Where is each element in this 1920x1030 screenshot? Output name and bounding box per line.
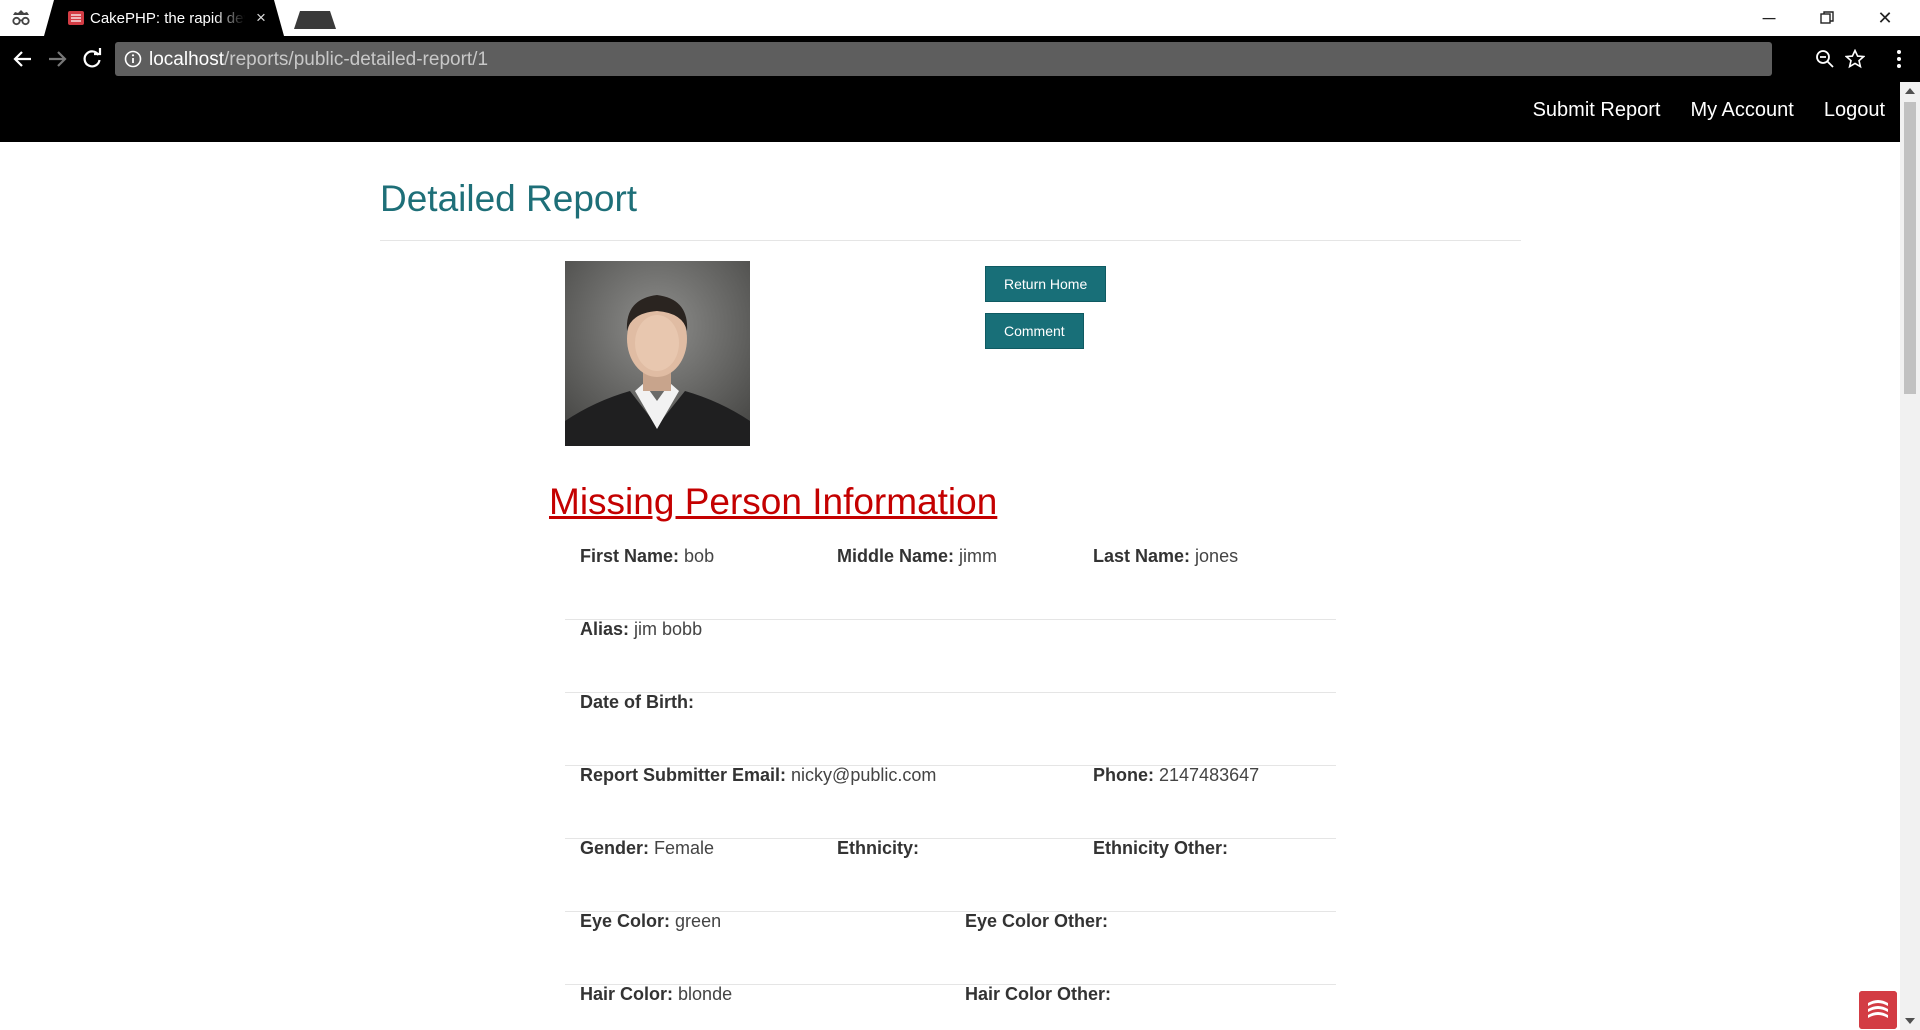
field-label: Eye Color Other: xyxy=(965,911,1109,931)
site-navbar: Submit Report My Account Logout xyxy=(0,82,1900,142)
nav-submit-report[interactable]: Submit Report xyxy=(1533,99,1661,122)
cakephp-favicon xyxy=(68,11,84,25)
field-eye-color: Eye Color: green xyxy=(580,911,721,932)
comment-button[interactable]: Comment xyxy=(985,313,1084,349)
forward-icon[interactable] xyxy=(44,46,70,72)
field-label: Gender: xyxy=(580,838,650,858)
star-icon[interactable] xyxy=(1845,49,1865,69)
info-row-name: First Name: bob Middle Name: jimm Last N… xyxy=(565,546,1336,620)
section-title: Missing Person Information xyxy=(549,481,998,522)
back-icon[interactable] xyxy=(10,46,36,72)
field-label: Eye Color: xyxy=(580,911,671,931)
field-label: Ethnicity Other: xyxy=(1093,838,1229,858)
field-value: blonde xyxy=(678,984,733,1004)
info-icon[interactable] xyxy=(124,50,142,68)
field-label: Hair Color Other: xyxy=(965,984,1112,1004)
field-value: green xyxy=(675,911,722,931)
field-hair-color-other: Hair Color Other: xyxy=(965,984,1111,1005)
field-label: First Name: xyxy=(580,546,680,566)
field-middle-name: Middle Name: jimm xyxy=(837,546,997,567)
person-photo xyxy=(565,261,750,446)
field-alias: Alias: jim bobb xyxy=(580,619,702,640)
tab-title: CakePHP: the rapid development php frame… xyxy=(90,10,245,27)
field-hair-color: Hair Color: blonde xyxy=(580,984,732,1005)
field-value: nicky@public.com xyxy=(791,765,937,785)
zoom-icon[interactable] xyxy=(1815,49,1835,69)
field-phone: Phone: 2147483647 xyxy=(1093,765,1259,786)
field-ethnicity: Ethnicity: xyxy=(837,838,919,859)
scroll-thumb[interactable] xyxy=(1904,102,1916,394)
menu-icon[interactable] xyxy=(1889,46,1909,72)
browser-tab-active[interactable]: CakePHP: the rapid development php frame… xyxy=(44,0,284,36)
page-content: Submit Report My Account Logout Detailed… xyxy=(0,82,1900,1030)
field-gender: Gender: Female xyxy=(580,838,714,859)
page-scrollbar[interactable] xyxy=(1900,82,1920,1030)
divider xyxy=(380,240,1521,241)
field-email: Report Submitter Email: nicky@public.com xyxy=(580,765,936,786)
field-label: Report Submitter Email: xyxy=(580,765,787,785)
field-value: bob xyxy=(684,546,715,566)
field-eye-color-other: Eye Color Other: xyxy=(965,911,1108,932)
page-title: Detailed Report xyxy=(380,178,638,219)
top-nav: Submit Report My Account Logout xyxy=(1533,99,1885,122)
close-icon[interactable]: × xyxy=(256,8,266,28)
new-tab-button[interactable] xyxy=(294,11,336,29)
url-path: /reports/public-detailed-report/1 xyxy=(224,49,489,70)
field-label: Ethnicity: xyxy=(837,838,920,858)
window-close-button[interactable]: ✕ xyxy=(1862,4,1908,32)
info-row-demographics: Gender: Female Ethnicity: Ethnicity Othe… xyxy=(565,838,1336,912)
field-last-name: Last Name: jones xyxy=(1093,546,1238,567)
url-host: localhost xyxy=(149,49,224,70)
info-row-dob: Date of Birth: xyxy=(565,692,1336,766)
return-home-button[interactable]: Return Home xyxy=(985,266,1107,302)
field-label: Date of Birth: xyxy=(580,692,694,712)
field-value: jim bobb xyxy=(634,619,703,639)
scroll-up-arrow[interactable] xyxy=(1905,88,1915,94)
field-label: Phone: xyxy=(1093,765,1154,785)
field-value: jones xyxy=(1195,546,1239,566)
field-label: Last Name: xyxy=(1093,546,1191,566)
field-label: Hair Color: xyxy=(580,984,674,1004)
browser-tabstrip: CakePHP: the rapid development php frame… xyxy=(0,0,1920,36)
field-label: Middle Name: xyxy=(837,546,955,566)
info-row-hair: Hair Color: blonde Hair Color Other: xyxy=(565,984,1336,1030)
minimize-button[interactable]: ─ xyxy=(1746,4,1792,32)
scroll-down-arrow[interactable] xyxy=(1905,1018,1915,1024)
info-row-alias: Alias: jim bobb xyxy=(565,619,1336,693)
address-bar[interactable]: localhost/reports/public-detailed-report… xyxy=(115,42,1865,76)
field-ethnicity-other: Ethnicity Other: xyxy=(1093,838,1228,859)
field-first-name: First Name: bob xyxy=(580,546,714,567)
browser-toolbar: localhost/reports/public-detailed-report… xyxy=(0,36,1920,82)
nav-my-account[interactable]: My Account xyxy=(1690,99,1793,122)
info-row-eye: Eye Color: green Eye Color Other: xyxy=(565,911,1336,985)
field-label: Alias: xyxy=(580,619,630,639)
restore-button[interactable] xyxy=(1804,4,1850,32)
field-value: 2147483647 xyxy=(1159,765,1260,785)
url-text: localhost/reports/public-detailed-report… xyxy=(149,49,488,71)
field-dob: Date of Birth: xyxy=(580,692,694,713)
field-value: jimm xyxy=(959,546,998,566)
cakephp-badge-icon[interactable] xyxy=(1859,991,1897,1029)
reload-icon[interactable] xyxy=(79,46,105,72)
nav-logout[interactable]: Logout xyxy=(1824,99,1885,122)
field-value: Female xyxy=(654,838,715,858)
incognito-icon xyxy=(12,10,30,26)
info-row-contact: Report Submitter Email: nicky@public.com… xyxy=(565,765,1336,839)
